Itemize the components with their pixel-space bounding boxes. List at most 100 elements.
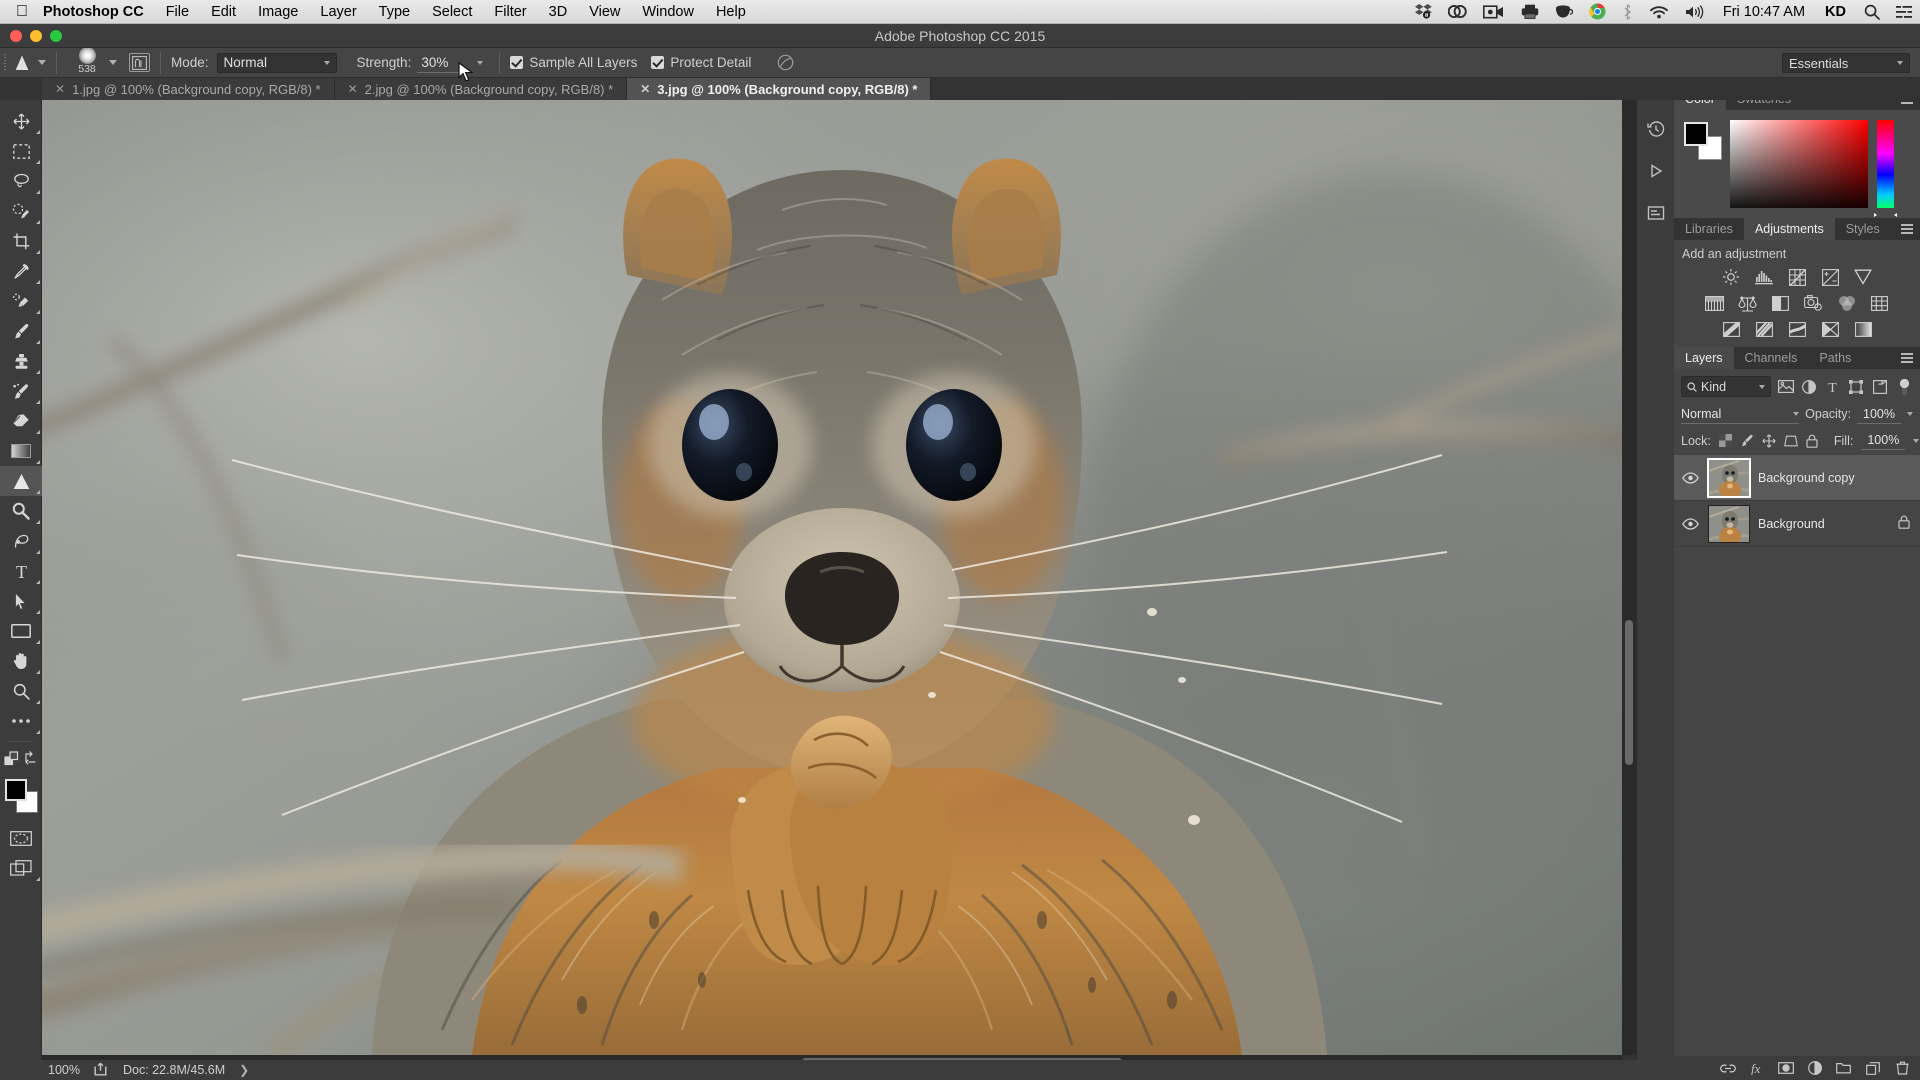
posterize-icon[interactable] — [1754, 319, 1775, 339]
chrome-icon[interactable] — [1581, 3, 1614, 20]
menu-image[interactable]: Image — [247, 4, 309, 20]
color-balance-icon[interactable] — [1737, 293, 1758, 313]
gradient-tool-icon[interactable] — [0, 436, 42, 466]
tab-adjustments[interactable]: Adjustments — [1743, 218, 1835, 240]
invert-icon[interactable] — [1721, 319, 1742, 339]
tool-preset-chevron-down-icon[interactable] — [38, 60, 46, 65]
layer-name-background[interactable]: Background — [1758, 517, 1890, 531]
squirrel-photo[interactable] — [42, 100, 1636, 1055]
filter-toggle-icon[interactable] — [1895, 378, 1913, 396]
lock-transparency-icon[interactable] — [1718, 432, 1732, 450]
new-layer-icon[interactable] — [1865, 1060, 1881, 1076]
actions-panel-icon[interactable] — [1637, 150, 1675, 192]
dropbox-icon[interactable] — [1407, 4, 1440, 19]
delete-layer-icon[interactable] — [1894, 1060, 1910, 1076]
layer-row-background[interactable]: Background — [1674, 501, 1920, 547]
layer-name-background-copy[interactable]: Background copy — [1758, 471, 1920, 485]
menu-layer[interactable]: Layer — [309, 4, 367, 20]
crop-tool-icon[interactable] — [0, 226, 42, 256]
brush-preview-icon[interactable]: 538 — [67, 47, 107, 78]
filter-shape-icon[interactable] — [1847, 378, 1865, 396]
eyedropper-tool-icon[interactable] — [0, 256, 42, 286]
brush-tool-icon[interactable] — [0, 316, 42, 346]
lasso-tool-icon[interactable] — [0, 166, 42, 196]
share-icon[interactable] — [94, 1062, 109, 1079]
link-layers-icon[interactable] — [1720, 1060, 1736, 1076]
photo-filter-icon[interactable] — [1803, 293, 1824, 313]
layer-thumbnail[interactable] — [1707, 457, 1751, 498]
tab-libraries[interactable]: Libraries — [1674, 218, 1744, 240]
workspace-select[interactable]: Essentials — [1782, 53, 1910, 73]
layer-style-icon[interactable]: fx — [1749, 1060, 1765, 1076]
close-icon[interactable]: ✕ — [348, 82, 358, 96]
close-icon[interactable]: ✕ — [55, 82, 65, 96]
hand-tool-icon[interactable] — [0, 646, 42, 676]
history-brush-tool-icon[interactable] — [0, 376, 42, 406]
strength-chevron-down-icon[interactable] — [477, 60, 484, 65]
bluetooth-icon[interactable] — [1614, 3, 1641, 20]
tab-layers[interactable]: Layers — [1674, 347, 1734, 369]
foreground-color-swatch[interactable] — [5, 779, 27, 801]
layer-filter-kind-select[interactable]: Kind — [1681, 376, 1771, 397]
options-bar-grip[interactable] — [0, 48, 10, 78]
spot-healing-brush-tool-icon[interactable] — [0, 286, 42, 316]
lock-artboard-icon[interactable] — [1784, 432, 1798, 450]
type-tool-icon[interactable]: T — [0, 556, 42, 586]
layer-visibility-eye-icon[interactable] — [1680, 468, 1700, 488]
document-tab-2[interactable]: ✕ 2.jpg @ 100% (Background copy, RGB/8) … — [334, 78, 628, 100]
chevron-right-icon[interactable]: ❯ — [239, 1063, 249, 1077]
lock-all-icon[interactable] — [1806, 432, 1818, 450]
screen-record-icon[interactable] — [1475, 4, 1513, 19]
curves-icon[interactable] — [1787, 267, 1808, 287]
swap-and-default-colors-row[interactable] — [0, 747, 42, 771]
levels-icon[interactable] — [1754, 267, 1775, 287]
panel-menu-icon[interactable] — [1901, 353, 1913, 363]
document-tab-1[interactable]: ✕ 1.jpg @ 100% (Background copy, RGB/8) … — [42, 78, 335, 100]
menu-window[interactable]: Window — [631, 4, 705, 20]
menu-file[interactable]: File — [155, 4, 200, 20]
app-name-menu[interactable]: Photoshop CC — [41, 4, 155, 20]
rectangle-tool-icon[interactable] — [0, 616, 42, 646]
color-panel-swatches[interactable] — [1684, 122, 1724, 162]
user-initials[interactable]: KD — [1815, 4, 1856, 20]
close-button[interactable] — [10, 30, 22, 42]
hue-saturation-icon[interactable] — [1704, 293, 1725, 313]
menu-select[interactable]: Select — [421, 4, 483, 20]
printer-icon[interactable] — [1513, 4, 1547, 19]
coffee-icon[interactable] — [1547, 4, 1581, 19]
menu-bar-clock[interactable]: Fri 10:47 AM — [1713, 4, 1815, 20]
foreground-background-color[interactable] — [0, 775, 42, 817]
menu-type[interactable]: Type — [368, 4, 421, 20]
menu-3d[interactable]: 3D — [538, 4, 579, 20]
strength-input[interactable]: 30% — [417, 53, 464, 73]
quick-selection-tool-icon[interactable] — [0, 196, 42, 226]
brush-panel-icon[interactable] — [129, 53, 150, 72]
smudge-tool-icon[interactable] — [0, 466, 42, 496]
eraser-tool-icon[interactable] — [0, 406, 42, 436]
color-picker-field[interactable] — [1730, 120, 1868, 208]
filter-smart-object-icon[interactable] — [1871, 378, 1889, 396]
opacity-input[interactable]: 100% — [1857, 405, 1901, 424]
gradient-map-icon[interactable] — [1853, 319, 1874, 339]
edit-toolbar-icon[interactable] — [0, 706, 42, 736]
zoom-level[interactable]: 100% — [48, 1063, 80, 1077]
layer-visibility-eye-icon[interactable] — [1680, 514, 1700, 534]
creative-cloud-icon[interactable] — [1440, 4, 1475, 19]
exposure-icon[interactable] — [1820, 267, 1841, 287]
tab-styles[interactable]: Styles — [1835, 218, 1891, 240]
hue-ramp-marker[interactable] — [1874, 204, 1897, 217]
filter-pixel-icon[interactable] — [1777, 378, 1795, 396]
scrollbar-thumb[interactable] — [1625, 620, 1633, 765]
fill-chevron-down-icon[interactable] — [1913, 438, 1920, 443]
zoom-tool-icon[interactable] — [0, 676, 42, 706]
menu-filter[interactable]: Filter — [483, 4, 537, 20]
new-group-icon[interactable] — [1836, 1060, 1852, 1076]
dodge-tool-icon[interactable] — [0, 496, 42, 526]
search-icon[interactable] — [1856, 4, 1888, 20]
screen-mode-icon[interactable] — [0, 853, 42, 883]
window-controls[interactable] — [10, 24, 62, 48]
tablet-pressure-icon[interactable] — [773, 52, 797, 74]
threshold-icon[interactable] — [1787, 319, 1808, 339]
sample-all-layers-checkbox[interactable]: Sample All Layers — [510, 55, 637, 70]
close-icon[interactable]: ✕ — [640, 82, 650, 96]
